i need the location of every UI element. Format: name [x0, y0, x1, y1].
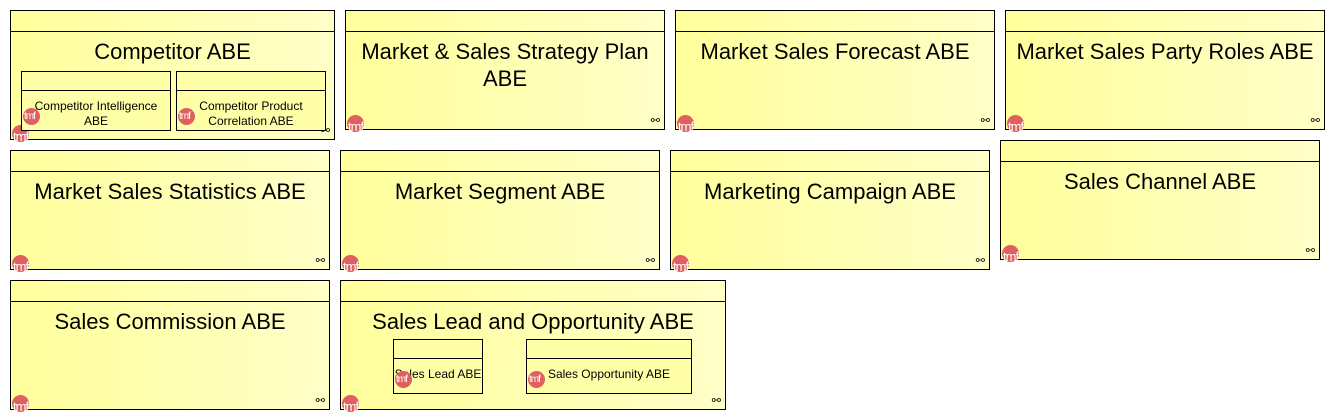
tmf-logo-icon: tmf	[395, 371, 415, 391]
box-header	[341, 151, 659, 172]
box-title: Market Sales Forecast ABE	[700, 39, 970, 64]
tmf-logo-icon: tmf	[347, 115, 367, 135]
abe-box[interactable]: Sales Channel ABE tmf ⚯	[1000, 140, 1320, 264]
box-header	[527, 340, 691, 359]
tmf-logo-icon: tmf	[12, 395, 32, 415]
tmf-logo-icon: tmf	[12, 255, 32, 275]
child-abe-box[interactable]: Sales Lead ABE tmf	[393, 339, 483, 394]
box-title: Market & Sales Strategy Plan ABE	[361, 39, 649, 91]
abe-box[interactable]: Competitor ABE tmf ⚯ Competitor Intellig…	[10, 10, 335, 144]
child-abe-box[interactable]: Competitor Product Correlation ABE tmf	[176, 71, 326, 131]
box-title: Sales Lead and Opportunity ABE	[372, 309, 694, 334]
abe-box[interactable]: Sales Commission ABE tmf ⚯	[10, 280, 330, 414]
link-icon: ⚯	[980, 115, 990, 127]
box-header	[11, 151, 329, 172]
child-abe-box[interactable]: Sales Opportunity ABE tmf	[526, 339, 692, 394]
tmf-logo-icon: tmf	[677, 115, 697, 135]
box-title: Sales Commission ABE	[54, 309, 286, 334]
box-header	[11, 11, 334, 32]
box-header	[177, 72, 325, 91]
link-icon: ⚯	[315, 255, 325, 267]
box-title: Market Sales Party Roles ABE	[1016, 39, 1314, 64]
tmf-logo-icon: tmf	[178, 108, 198, 128]
link-icon: ⚯	[650, 115, 660, 127]
box-header	[394, 340, 482, 359]
box-header	[341, 281, 725, 302]
box-header	[11, 281, 329, 302]
child-abe-box[interactable]: Competitor Intelligence ABE tmf	[21, 71, 171, 131]
box-header	[676, 11, 994, 32]
box-title: Market Segment ABE	[394, 179, 606, 204]
box-title: Competitor ABE	[94, 39, 251, 64]
child-box-title: Competitor Intelligence ABE	[34, 99, 158, 128]
box-title: Market Sales Statistics ABE	[34, 179, 306, 204]
box-header	[1006, 11, 1324, 32]
box-header	[671, 151, 989, 172]
box-header	[1001, 141, 1319, 162]
child-box-title: Competitor Product Correlation ABE	[199, 99, 303, 128]
tmf-logo-icon: tmf	[672, 255, 692, 275]
link-icon: ⚯	[645, 255, 655, 267]
abe-box[interactable]: Market Segment ABE tmf ⚯	[340, 150, 660, 274]
abe-box[interactable]: Market Sales Party Roles ABE tmf ⚯	[1005, 10, 1325, 134]
box-header	[346, 11, 664, 32]
tmf-logo-icon: tmf	[23, 108, 43, 128]
child-box-title: Sales Opportunity ABE	[547, 367, 671, 381]
link-icon: ⚯	[975, 255, 985, 267]
tmf-logo-icon: tmf	[1007, 115, 1027, 135]
abe-box[interactable]: Market Sales Statistics ABE tmf ⚯	[10, 150, 330, 274]
link-icon: ⚯	[315, 395, 325, 407]
link-icon: ⚯	[711, 395, 721, 407]
tmf-logo-icon: tmf	[342, 255, 362, 275]
abe-box[interactable]: Sales Lead and Opportunity ABE tmf ⚯ Sal…	[340, 280, 726, 414]
abe-box[interactable]: Market Sales Forecast ABE tmf ⚯	[675, 10, 995, 134]
tmf-logo-icon: tmf	[1002, 245, 1022, 265]
link-icon: ⚯	[1305, 245, 1315, 257]
abe-box[interactable]: Market & Sales Strategy Plan ABE tmf ⚯	[345, 10, 665, 134]
link-icon: ⚯	[1310, 115, 1320, 127]
tmf-logo-icon: tmf	[342, 395, 362, 415]
box-header	[22, 72, 170, 91]
box-title: Marketing Campaign ABE	[704, 179, 956, 204]
abe-box[interactable]: Marketing Campaign ABE tmf ⚯	[670, 150, 990, 274]
tmf-logo-icon: tmf	[528, 371, 548, 391]
box-title: Sales Channel ABE	[1063, 169, 1257, 194]
